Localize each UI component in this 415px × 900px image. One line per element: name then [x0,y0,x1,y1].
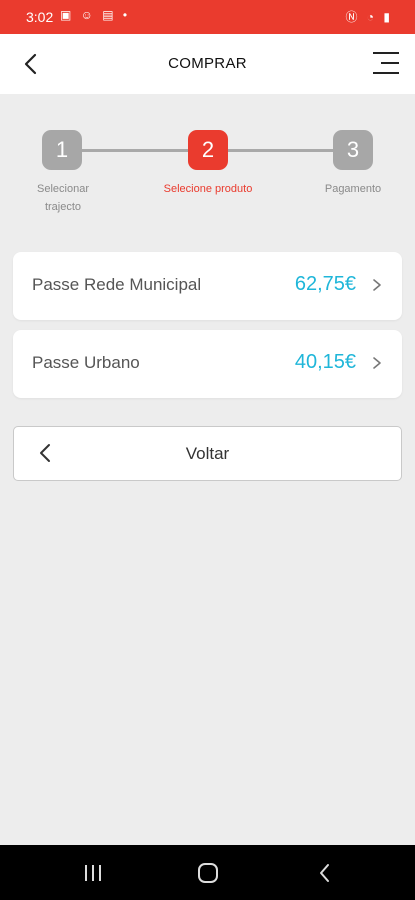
status-system-icons: Ⓝ ◔ ▮ [345,10,393,24]
step-3-label: Pagamento [324,183,382,195]
step-1-label-line1: Selecionar [37,183,89,195]
step-1-label: Selecionar trajecto [22,180,104,216]
back-step-label: Voltar [185,444,230,463]
step-1-circle[interactable]: 1 [42,130,82,170]
step-2-circle[interactable]: 2 [188,130,228,170]
system-nav-bar [0,845,415,900]
product-card-rede-municipal[interactable]: Passe Rede Municipal 62,75€ [13,252,402,320]
product-price: 40,15€ [294,351,356,373]
step-1-label-line2: trajecto [44,201,82,213]
product-card-urbano[interactable]: Passe Urbano 40,15€ [13,330,402,398]
hamburger-menu-icon-line [381,62,399,64]
chevron-right-icon [373,357,381,369]
menu-button[interactable] [373,52,399,74]
step-connector [80,149,190,152]
back-step-button[interactable]: Voltar [13,426,402,481]
recent-apps-icon[interactable] [82,861,104,885]
status-notification-icons: ▣ ☺ ▤ • [60,8,131,22]
product-name: Passe Rede Municipal [32,275,202,294]
step-3-circle[interactable]: 3 [333,130,373,170]
step-2-label: Selecione produto [163,183,253,195]
status-time: 3:02 [26,9,54,25]
product-name: Passe Urbano [32,353,140,372]
page-title: COMPRAR [168,55,247,72]
back-nav-icon[interactable] [314,861,336,885]
hamburger-menu-icon [373,52,399,54]
chevron-right-icon [373,279,381,291]
product-price: 62,75€ [294,273,356,295]
status-bar: 3:02 ▣ ☺ ▤ • Ⓝ ◔ ▮ [0,0,415,34]
home-icon[interactable] [195,861,221,885]
hamburger-menu-icon-line [373,72,399,74]
app-header: COMPRAR [0,34,415,94]
purchase-stepper: 1 2 3 Selecionar trajecto Selecione prod… [0,128,415,218]
step-connector [226,149,336,152]
